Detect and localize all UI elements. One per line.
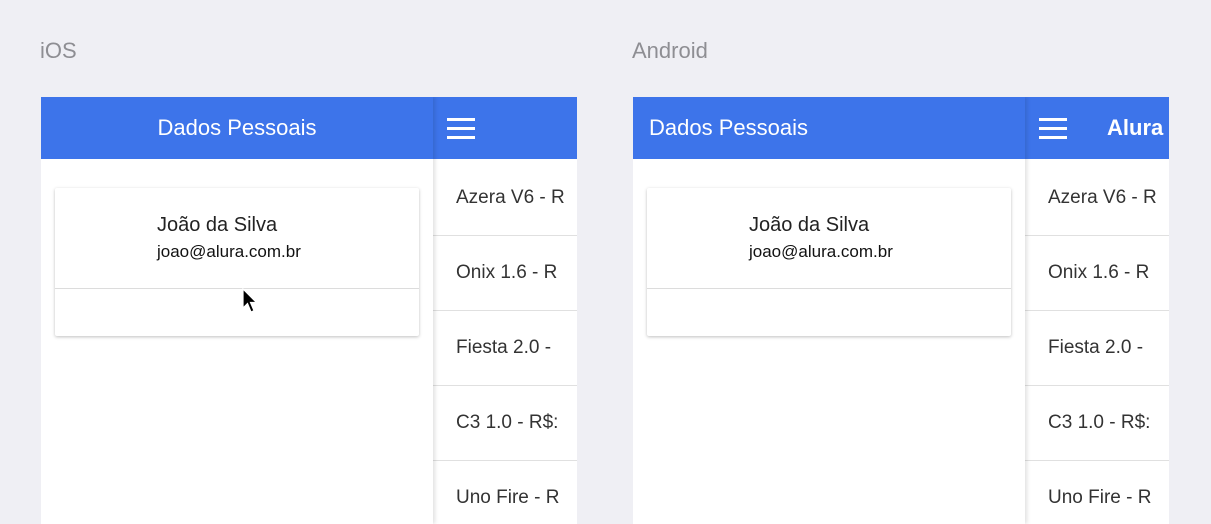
car-list-item[interactable]: Uno Fire - R <box>433 461 577 524</box>
car-list-item[interactable]: Fiesta 2.0 - <box>1025 311 1169 386</box>
main-header <box>433 97 577 159</box>
mouse-cursor-icon <box>242 288 258 313</box>
profile-info: João da Silva joao@alura.com.br <box>55 188 419 289</box>
ios-device: Dados Pessoais João da Silva joao@alura.… <box>41 97 577 524</box>
side-menu-header: Dados Pessoais <box>633 97 1025 159</box>
car-list-item[interactable]: C3 1.0 - R$: <box>433 386 577 461</box>
profile-card[interactable]: João da Silva joao@alura.com.br <box>55 188 419 336</box>
profile-info: João da Silva joao@alura.com.br <box>647 188 1011 289</box>
platform-label-ios: iOS <box>40 38 77 63</box>
side-menu-header: Dados Pessoais <box>41 97 433 159</box>
user-name: João da Silva <box>749 214 870 236</box>
car-list-item[interactable]: Uno Fire - R <box>1025 461 1169 524</box>
platform-label-android: Android <box>632 38 708 63</box>
android-device: Dados Pessoais João da Silva joao@alura.… <box>633 97 1169 524</box>
car-list-item[interactable]: Onix 1.6 - R <box>1025 236 1169 311</box>
car-list-item[interactable]: C3 1.0 - R$: <box>1025 386 1169 461</box>
user-email: joao@alura.com.br <box>157 242 301 261</box>
car-list-item[interactable]: Onix 1.6 - R <box>433 236 577 311</box>
main-title: Alura <box>1107 115 1164 140</box>
car-list-item[interactable]: Azera V6 - R <box>1025 159 1169 236</box>
car-list: Azera V6 - R Onix 1.6 - R Fiesta 2.0 - C… <box>1025 159 1169 524</box>
user-name: João da Silva <box>157 214 278 236</box>
car-list: Azera V6 - R Onix 1.6 - R Fiesta 2.0 - C… <box>433 159 577 524</box>
profile-card[interactable]: João da Silva joao@alura.com.br <box>647 188 1011 336</box>
side-menu: Dados Pessoais João da Silva joao@alura.… <box>633 97 1025 524</box>
side-menu: Dados Pessoais João da Silva joao@alura.… <box>41 97 433 524</box>
main-panel: Alura Azera V6 - R Onix 1.6 - R Fiesta 2… <box>1025 97 1169 524</box>
main-header: Alura <box>1025 97 1169 159</box>
hamburger-menu-icon[interactable] <box>1039 118 1067 139</box>
car-list-item[interactable]: Azera V6 - R <box>433 159 577 236</box>
user-email: joao@alura.com.br <box>749 242 893 261</box>
car-list-item[interactable]: Fiesta 2.0 - <box>433 311 577 386</box>
main-panel: Azera V6 - R Onix 1.6 - R Fiesta 2.0 - C… <box>433 97 577 524</box>
hamburger-menu-icon[interactable] <box>447 118 475 139</box>
